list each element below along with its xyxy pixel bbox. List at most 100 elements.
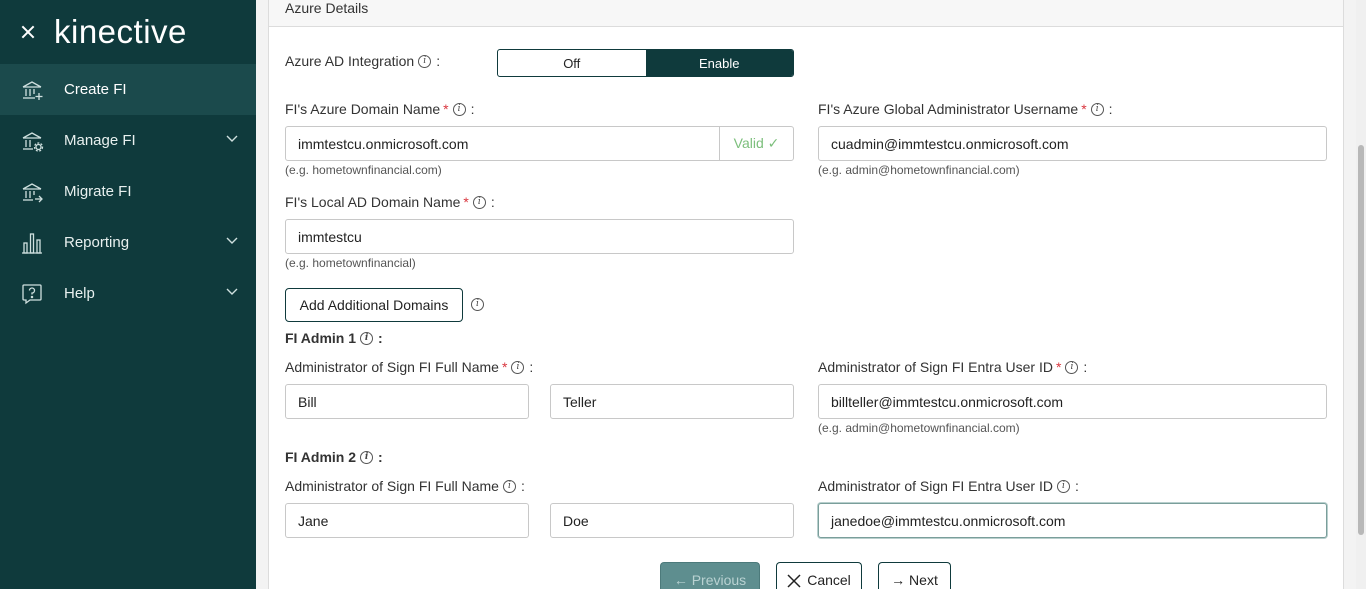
local-ad-domain-input[interactable]: immtestcu (285, 219, 794, 254)
sidebar-item-label: Help (64, 285, 95, 302)
admin1-entra-id-hint: (e.g. admin@hometownfinancial.com) (818, 421, 1020, 435)
admin2-first-name-input[interactable]: Jane (285, 503, 529, 538)
colon: : (436, 53, 441, 69)
colon: : (520, 478, 525, 494)
local-ad-domain-text: FI's Local AD Domain Name (285, 194, 461, 210)
admin2-entra-id-label: Administrator of Sign FI Entra User ID i… (818, 478, 1079, 494)
azure-ad-toggle[interactable]: Off Enable (497, 49, 794, 77)
fi-admin-2-heading-text: FI Admin 2 (285, 449, 357, 465)
colon: : (529, 359, 534, 375)
bank-gear-icon (20, 129, 44, 153)
scrollbar[interactable] (1356, 0, 1366, 589)
fi-admin-1-heading-text: FI Admin 1 (285, 330, 357, 346)
chevron-down-icon[interactable] (226, 135, 238, 143)
close-icon[interactable] (18, 22, 38, 42)
azure-domain-name-value: immtestcu.onmicrosoft.com (298, 135, 469, 152)
admin2-entra-id-input[interactable]: janedoe@immtestcu.onmicrosoft.com (818, 503, 1327, 538)
info-icon[interactable]: i (360, 450, 374, 464)
info-icon[interactable]: i (1065, 360, 1079, 374)
admin1-last-name-input[interactable]: Teller (550, 384, 794, 419)
sidebar-item-label: Reporting (64, 234, 130, 251)
global-admin-username-hint: (e.g. admin@hometownfinancial.com) (818, 163, 1020, 177)
colon: : (1074, 478, 1079, 494)
sidebar-item-create-fi[interactable]: Create FI (0, 64, 256, 115)
sidebar-item-migrate-fi[interactable]: Migrate FI (0, 166, 256, 217)
colon: : (470, 101, 475, 117)
azure-domain-name-input[interactable]: immtestcu.onmicrosoft.com Valid ✓ (285, 126, 794, 161)
admin1-entra-id-label: Administrator of Sign FI Entra User ID *… (818, 359, 1087, 375)
required-marker: * (463, 194, 469, 210)
info-icon[interactable]: i (418, 54, 432, 68)
admin2-last-name-value: Doe (563, 512, 589, 529)
chevron-down-icon[interactable] (226, 288, 238, 296)
cancel-button-label: Cancel (807, 572, 851, 588)
global-admin-username-text: FI's Azure Global Administrator Username (818, 101, 1079, 117)
info-icon[interactable]: i (471, 298, 484, 311)
help-icon (20, 282, 44, 306)
sidebar-item-manage-fi[interactable]: Manage FI (0, 115, 256, 166)
colon: : (490, 194, 495, 210)
logo: kinective (54, 13, 187, 50)
scrollbar-thumb[interactable] (1358, 145, 1364, 535)
admin1-first-name-value: Bill (298, 393, 317, 410)
cancel-button[interactable]: Cancel (776, 562, 862, 589)
sidebar-item-reporting[interactable]: Reporting (0, 217, 256, 268)
info-icon[interactable]: i (1090, 102, 1104, 116)
azure-ad-integration-label: Azure AD Integration i : (285, 53, 440, 69)
admin2-entra-id-text: Administrator of Sign FI Entra User ID (818, 478, 1053, 494)
colon: : (1083, 359, 1088, 375)
azure-domain-name-label: FI's Azure Domain Name * i : (285, 101, 475, 117)
section-title: Azure Details (269, 0, 1343, 27)
required-marker: * (501, 359, 508, 375)
local-ad-domain-hint: (e.g. hometownfinancial) (285, 256, 416, 270)
colon: : (378, 330, 383, 346)
info-icon[interactable]: i (472, 195, 486, 209)
toggle-enable-option[interactable]: Enable (645, 50, 793, 76)
info-icon[interactable]: i (360, 331, 374, 345)
fi-admin-2-heading: FI Admin 2 i : (285, 449, 383, 465)
azure-domain-name-hint: (e.g. hometownfinancial.com) (285, 163, 442, 177)
info-icon[interactable]: i (452, 102, 466, 116)
admin1-last-name-value: Teller (563, 393, 597, 410)
global-admin-username-value: cuadmin@immtestcu.onmicrosoft.com (831, 135, 1069, 152)
info-icon[interactable]: i (1056, 479, 1070, 493)
admin2-first-name-value: Jane (298, 512, 329, 529)
toggle-off-option[interactable]: Off (498, 50, 646, 76)
sidebar-item-label: Migrate FI (64, 183, 132, 200)
sidebar-item-label: Manage FI (64, 132, 136, 149)
close-icon (787, 574, 801, 588)
admin2-full-name-text: Administrator of Sign FI Full Name (285, 478, 499, 494)
colon: : (378, 449, 383, 465)
local-ad-domain-value: immtestcu (298, 228, 362, 245)
admin2-entra-id-value: janedoe@immtestcu.onmicrosoft.com (831, 512, 1066, 529)
add-additional-domains-button[interactable]: Add Additional Domains (285, 288, 463, 322)
admin1-entra-id-value: billteller@immtestcu.onmicrosoft.com (831, 393, 1064, 410)
sidebar-header: kinective (0, 0, 256, 64)
sidebar-item-label: Create FI (64, 81, 127, 98)
next-button[interactable]: → Next (878, 562, 951, 589)
admin1-full-name-label: Administrator of Sign FI Full Name * i : (285, 359, 533, 375)
fi-admin-1-heading: FI Admin 1 i : (285, 330, 383, 346)
admin2-full-name-label: Administrator of Sign FI Full Name i : (285, 478, 525, 494)
global-admin-username-label: FI's Azure Global Administrator Username… (818, 101, 1113, 117)
required-marker: * (1081, 101, 1087, 117)
azure-ad-integration-text: Azure AD Integration (285, 53, 415, 69)
admin1-entra-id-input[interactable]: billteller@immtestcu.onmicrosoft.com (818, 384, 1327, 419)
bank-arrow-icon (20, 180, 44, 204)
local-ad-domain-label: FI's Local AD Domain Name * i : (285, 194, 495, 210)
sidebar: kinective Create FI Manage FI Migrate FI… (0, 0, 256, 589)
previous-button[interactable]: ← Previous (660, 562, 760, 589)
chevron-down-icon[interactable] (226, 237, 238, 245)
valid-status: Valid ✓ (719, 127, 793, 160)
info-icon[interactable]: i (511, 360, 525, 374)
admin2-last-name-input[interactable]: Doe (550, 503, 794, 538)
required-marker: * (1055, 359, 1062, 375)
admin1-first-name-input[interactable]: Bill (285, 384, 529, 419)
azure-domain-name-text: FI's Azure Domain Name (285, 101, 441, 117)
info-icon[interactable]: i (502, 479, 516, 493)
colon: : (1108, 101, 1113, 117)
sidebar-item-help[interactable]: Help (0, 268, 256, 319)
global-admin-username-input[interactable]: cuadmin@immtestcu.onmicrosoft.com (818, 126, 1327, 161)
admin1-full-name-text: Administrator of Sign FI Full Name (285, 359, 499, 375)
bar-chart-icon (20, 231, 44, 255)
